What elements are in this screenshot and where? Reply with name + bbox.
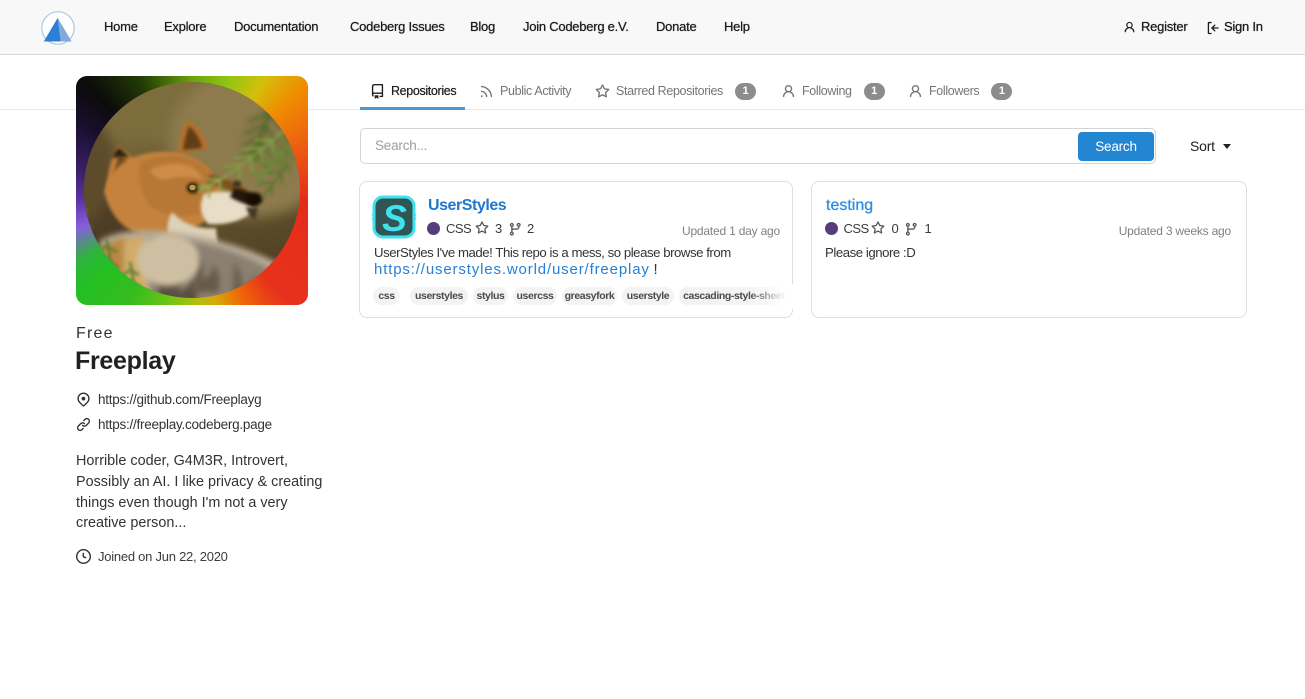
svg-text:S: S — [382, 198, 407, 239]
